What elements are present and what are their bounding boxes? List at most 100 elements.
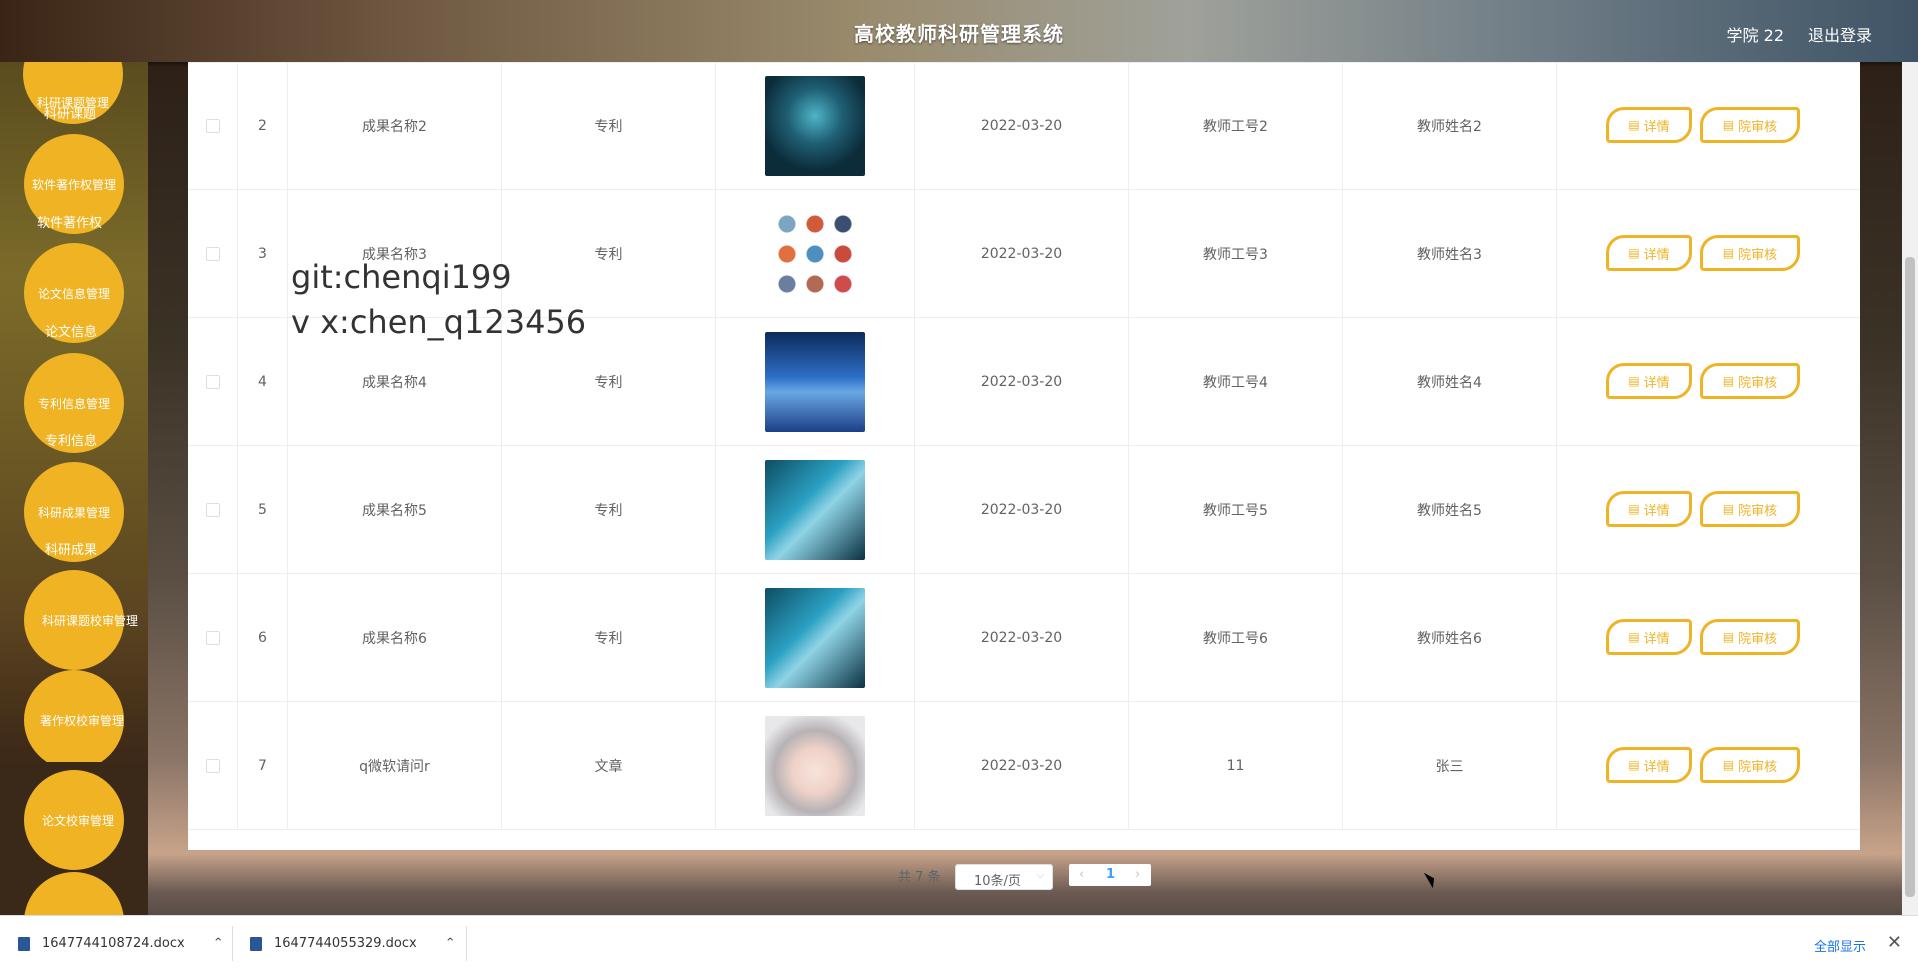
document-icon: ▤ xyxy=(1628,758,1640,772)
image-cell xyxy=(716,62,915,189)
pagination-nav: ‹ 1 › xyxy=(1069,864,1151,886)
download-bar: 1647744108724.docx ⌃ 1647744055329.docx … xyxy=(0,915,1918,971)
cell-date: 2022-03-20 xyxy=(915,446,1129,573)
sidebar-subitem-achievement[interactable]: 科研成果 xyxy=(45,539,97,558)
page-scrollbar[interactable] xyxy=(1902,62,1918,915)
review-button[interactable]: ▤ 院审核 xyxy=(1700,107,1800,143)
select-cell xyxy=(188,318,238,445)
thumbnail-image xyxy=(765,715,865,816)
app-title: 高校教师科研管理系统 xyxy=(854,22,1064,46)
scrollbar-thumb[interactable] xyxy=(1905,257,1915,897)
actions-cell: ▤ 详情 ▤ 院审核 xyxy=(1557,446,1860,573)
detail-button[interactable]: ▤ 详情 xyxy=(1606,491,1692,527)
sidebar-item-paper-review[interactable]: 论文校审管理 xyxy=(24,770,124,870)
next-page-button[interactable]: › xyxy=(1135,867,1140,882)
actions-cell: ▤ 详情 ▤ 院审核 xyxy=(1557,702,1860,829)
prev-page-button[interactable]: ‹ xyxy=(1079,867,1084,882)
row-checkbox[interactable] xyxy=(205,118,220,133)
cell-type: 专利 xyxy=(502,446,716,573)
cell-date: 2022-03-20 xyxy=(915,318,1129,445)
review-button[interactable]: ▤ 院审核 xyxy=(1700,235,1800,271)
logout-button[interactable]: 退出登录 xyxy=(1808,22,1872,46)
cell-type: 专利 xyxy=(502,574,716,701)
download-item-1[interactable]: 1647744108724.docx ⌃ xyxy=(18,916,224,971)
sidebar-subitem-software-copyright[interactable]: 软件著作权 xyxy=(37,212,102,231)
row-checkbox[interactable] xyxy=(205,246,220,261)
image-cell xyxy=(716,702,915,829)
detail-label: 详情 xyxy=(1643,503,1670,519)
review-button[interactable]: ▤ 院审核 xyxy=(1700,491,1800,527)
document-icon: ▤ xyxy=(1722,374,1735,388)
actions-cell: ▤ 详情 ▤ 院审核 xyxy=(1557,190,1860,317)
table-row: 5 成果名称5 专利 2022-03-20 教师工号5 教师姓名5 ▤ 详情 ▤ 院审核 xyxy=(188,446,1860,574)
select-cell xyxy=(188,574,238,701)
show-all-downloads-link[interactable]: 全部显示 xyxy=(1814,936,1866,955)
cell-index: 5 xyxy=(238,446,288,573)
chevron-up-icon[interactable]: ⌃ xyxy=(445,936,456,951)
row-checkbox[interactable] xyxy=(205,502,220,517)
cell-teacher-name: 教师姓名6 xyxy=(1343,574,1557,701)
cell-type: 专利 xyxy=(502,62,716,189)
review-button[interactable]: ▤ 院审核 xyxy=(1700,363,1800,399)
cell-teacher-no: 11 xyxy=(1129,702,1343,829)
detail-button[interactable]: ▤ 详情 xyxy=(1606,235,1692,271)
sidebar-item-label: 软件著作权管理 xyxy=(31,177,116,192)
image-cell xyxy=(716,318,915,445)
thumbnail-image xyxy=(765,331,865,432)
watermark-line1: git:chenqi199 xyxy=(291,258,512,296)
actions-cell: ▤ 详情 ▤ 院审核 xyxy=(1557,62,1860,189)
cell-index: 2 xyxy=(238,62,288,189)
document-icon: ▤ xyxy=(1628,374,1640,388)
document-icon: ▤ xyxy=(1722,502,1735,516)
cell-teacher-name: 教师姓名5 xyxy=(1343,446,1557,573)
sidebar-item-label: 科研成果管理 xyxy=(37,505,110,520)
chevron-up-icon[interactable]: ⌃ xyxy=(213,936,224,951)
download-filename: 1647744108724.docx xyxy=(42,936,185,951)
cell-type: 文章 xyxy=(502,702,716,829)
cell-teacher-no: 教师工号2 xyxy=(1129,62,1343,189)
download-item-2[interactable]: 1647744055329.docx ⌃ xyxy=(250,916,456,971)
sidebar-item-label: 著作权校审管理 xyxy=(39,713,124,728)
cell-index: 3 xyxy=(238,190,288,317)
sidebar-item-topic-review[interactable]: 科研课题校审管理 xyxy=(24,570,138,670)
cell-name: 成果名称2 xyxy=(288,62,502,189)
page-size-select[interactable]: 10条/页 ⌵ xyxy=(955,864,1053,890)
detail-button[interactable]: ▤ 详情 xyxy=(1606,619,1692,655)
download-separator xyxy=(232,926,233,961)
review-button[interactable]: ▤ 院审核 xyxy=(1700,747,1800,783)
actions-cell: ▤ 详情 ▤ 院审核 xyxy=(1557,318,1860,445)
page-number-1[interactable]: 1 xyxy=(1106,867,1115,882)
cell-date: 2022-03-20 xyxy=(915,62,1129,189)
cell-name: 成果名称5 xyxy=(288,446,502,573)
actions-cell: ▤ 详情 ▤ 院审核 xyxy=(1557,574,1860,701)
detail-button[interactable]: ▤ 详情 xyxy=(1606,107,1692,143)
cell-index: 6 xyxy=(238,574,288,701)
cell-teacher-no: 教师工号6 xyxy=(1129,574,1343,701)
document-icon: ▤ xyxy=(1722,118,1735,132)
cell-name: 成果名称3 xyxy=(288,190,502,317)
detail-label: 详情 xyxy=(1643,375,1670,391)
cell-date: 2022-03-20 xyxy=(915,190,1129,317)
row-checkbox[interactable] xyxy=(205,758,220,773)
cell-date: 2022-03-20 xyxy=(915,702,1129,829)
cell-type: 专利 xyxy=(502,190,716,317)
mouse-cursor xyxy=(1423,869,1439,889)
sidebar-subitem-research-topic[interactable]: 科研课题 xyxy=(44,103,96,122)
word-doc-icon xyxy=(18,936,30,951)
close-icon[interactable]: ✕ xyxy=(1887,932,1902,953)
detail-button[interactable]: ▤ 详情 xyxy=(1606,747,1692,783)
table-row: 7 q微软请问r 文章 2022-03-20 11 张三 ▤ 详情 ▤ 院审核 xyxy=(188,702,1860,830)
sidebar-item-copyright-review[interactable]: 著作权校审管理 xyxy=(24,670,124,770)
select-cell xyxy=(188,702,238,829)
row-checkbox[interactable] xyxy=(205,630,220,645)
detail-button[interactable]: ▤ 详情 xyxy=(1606,363,1692,399)
word-doc-icon xyxy=(250,936,262,951)
review-button[interactable]: ▤ 院审核 xyxy=(1700,619,1800,655)
table-row: 2 成果名称2 专利 2022-03-20 教师工号2 教师姓名2 ▤ 详情 ▤ 院审核 xyxy=(188,62,1860,190)
image-cell xyxy=(716,446,915,573)
review-label: 院审核 xyxy=(1738,247,1778,263)
cell-index: 7 xyxy=(238,702,288,829)
sidebar-subitem-patent-info[interactable]: 专利信息 xyxy=(45,430,97,449)
row-checkbox[interactable] xyxy=(205,374,220,389)
sidebar-subitem-paper-info[interactable]: 论文信息 xyxy=(45,321,97,340)
